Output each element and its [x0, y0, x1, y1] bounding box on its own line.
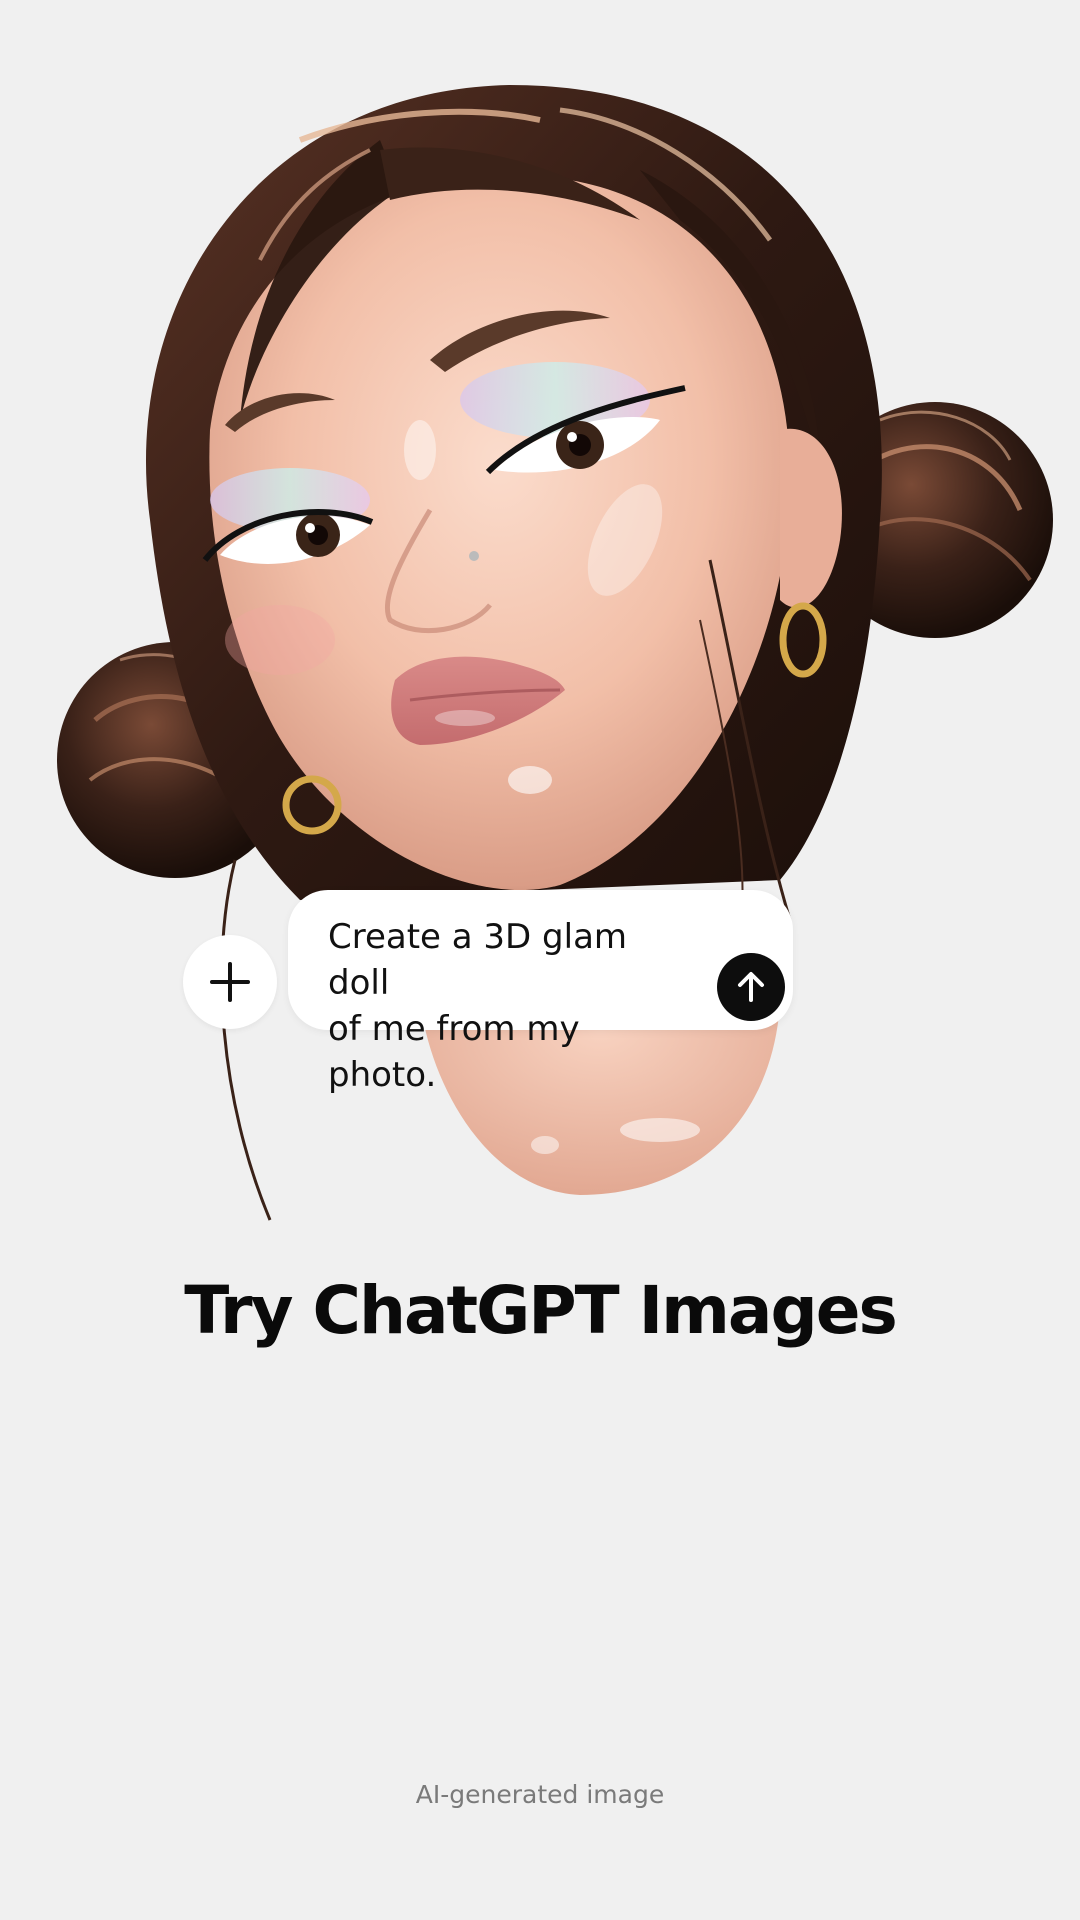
nose-piercing — [469, 551, 479, 561]
prompt-bubble[interactable]: Create a 3D glam doll of me from my phot… — [288, 890, 793, 1095]
prompt-text: Create a 3D glam doll of me from my phot… — [328, 917, 628, 1095]
ai-generated-caption: AI-generated image — [415, 1780, 665, 1809]
screen: Create a 3D glam doll of me from my phot… — [0, 0, 1080, 1920]
send-button[interactable] — [717, 953, 785, 1021]
page-title: Try ChatGPT Images — [184, 1272, 898, 1349]
arrow-up-icon — [738, 972, 764, 1002]
plus-icon — [210, 962, 250, 1002]
add-attachment-button[interactable] — [183, 935, 277, 1029]
